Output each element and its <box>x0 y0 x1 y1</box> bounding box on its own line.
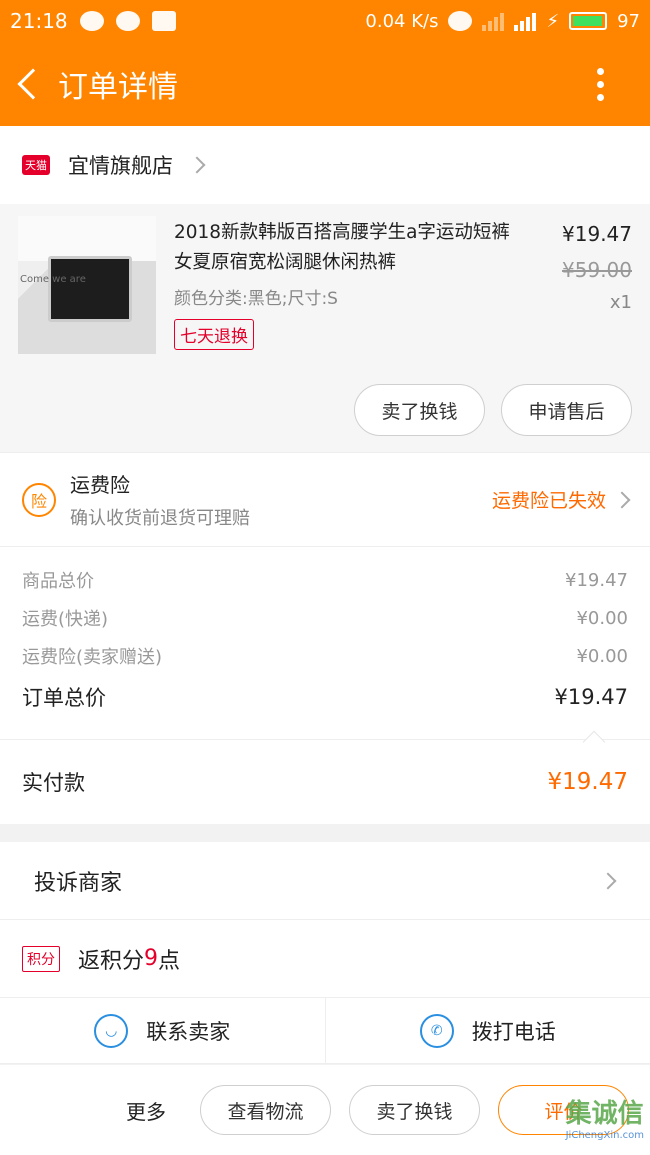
watermark-logo: 集诚信 JiChengXin.com <box>566 1093 644 1141</box>
battery-icon <box>569 12 608 30</box>
product-card[interactable]: Come we are 2018新款韩版百搭高腰学生a字运动短裤女夏原宿宽松阔腿… <box>0 204 650 452</box>
order-total-row: 订单总价 ¥19.47 <box>22 675 628 719</box>
watermark-text: 集诚信 <box>565 1099 644 1129</box>
product-title: 2018新款韩版百搭高腰学生a字运动短裤女夏原宿宽松阔腿休闲热裤 <box>174 222 510 273</box>
battery-level: 97 <box>617 10 640 32</box>
insurance-title: 运费险 <box>70 473 130 497</box>
sync-icon <box>115 11 140 31</box>
app-header: 21:18 0.04 K/s ⚡ 97 订单详情 <box>0 0 650 126</box>
points-row: 积分 返积分 9 点 <box>0 920 650 998</box>
call-phone-button[interactable]: ✆ 拨打电话 <box>326 998 650 1063</box>
more-menu-icon[interactable] <box>597 67 604 101</box>
summary-value: ¥0.00 <box>576 607 628 629</box>
image-icon <box>151 11 176 31</box>
call-phone-label: 拨打电话 <box>471 1019 556 1044</box>
points-suffix: 点 <box>158 948 181 974</box>
contact-bar: ◡ 联系卖家 ✆ 拨打电话 <box>0 998 650 1064</box>
shipping-insurance-row[interactable]: 险 运费险 确认收货前退货可理赔 运费险已失效 <box>0 452 650 546</box>
store-name: 宜情旗舰店 <box>68 154 173 178</box>
message-icon <box>79 11 104 31</box>
chevron-right-icon <box>599 872 617 889</box>
complain-seller-row[interactable]: 投诉商家 <box>0 842 650 920</box>
chevron-right-icon <box>188 156 206 174</box>
product-price: ¥19.47 <box>562 222 632 246</box>
order-total-value: ¥19.47 <box>554 685 628 709</box>
product-sku: 颜色分类:黑色;尺寸:S <box>174 289 338 309</box>
page-title: 订单详情 <box>58 70 178 105</box>
store-row[interactable]: 天猫 宜情旗舰店 <box>0 126 650 204</box>
network-speed: 0.04 K/s <box>365 10 439 32</box>
view-logistics-button[interactable]: 查看物流 <box>200 1085 331 1135</box>
watermark-subtext: JiChengXin.com <box>565 1130 644 1141</box>
summary-label: 运费(快递) <box>22 609 109 630</box>
chat-bubble-icon: ◡ <box>94 1013 129 1048</box>
summary-value: ¥0.00 <box>576 645 628 667</box>
insurance-icon: 险 <box>22 482 56 517</box>
summary-row: 运费(快递) ¥0.00 <box>22 599 628 637</box>
points-count: 9 <box>144 946 159 971</box>
status-time: 21:18 <box>10 9 68 33</box>
contact-seller-label: 联系卖家 <box>146 1019 231 1044</box>
summary-row: 商品总价 ¥19.47 <box>22 561 628 599</box>
points-badge: 积分 <box>22 945 60 972</box>
product-quantity: x1 <box>609 292 632 313</box>
sell-for-cash-button[interactable]: 卖了换钱 <box>354 384 485 436</box>
insurance-subtitle: 确认收货前退货可理赔 <box>70 508 250 529</box>
product-image[interactable]: Come we are <box>18 216 156 354</box>
product-image-text: Come we are <box>20 274 86 285</box>
signal-icon-sim1 <box>482 11 505 31</box>
tmall-logo-icon: 天猫 <box>22 155 50 175</box>
summary-label: 运费险(卖家赠送) <box>22 647 163 668</box>
request-aftersale-button[interactable]: 申请售后 <box>501 384 632 436</box>
summary-value: ¥19.47 <box>565 569 628 591</box>
nav-bar: 订单详情 <box>0 42 650 126</box>
contact-seller-button[interactable]: ◡ 联系卖家 <box>0 998 326 1063</box>
insurance-status: 运费险已失效 <box>491 490 606 512</box>
paid-amount: ¥19.47 <box>547 769 628 795</box>
points-prefix: 返积分 <box>78 948 145 974</box>
order-total-label: 订单总价 <box>22 686 106 710</box>
summary-label: 商品总价 <box>22 571 94 592</box>
return-policy-badge: 七天退换 <box>174 319 254 350</box>
wifi-icon <box>448 11 473 31</box>
summary-row: 运费险(卖家赠送) ¥0.00 <box>22 637 628 675</box>
more-actions-button[interactable]: 更多 <box>126 1096 166 1125</box>
chevron-right-icon <box>613 491 631 508</box>
phone-icon: ✆ <box>419 1013 454 1048</box>
sell-for-cash-bottom-button[interactable]: 卖了换钱 <box>349 1085 480 1135</box>
status-bar: 21:18 0.04 K/s ⚡ 97 <box>0 0 650 42</box>
price-summary: 商品总价 ¥19.47 运费(快递) ¥0.00 运费险(卖家赠送) ¥0.00… <box>0 546 650 754</box>
back-icon[interactable] <box>17 68 49 100</box>
paid-label: 实付款 <box>22 771 85 795</box>
product-original-price: ¥59.00 <box>562 258 632 282</box>
bottom-action-bar: 更多 查看物流 卖了换钱 评价 集诚信 JiChengXin.com <box>0 1065 650 1155</box>
actual-payment-row: 实付款 ¥19.47 <box>0 740 650 824</box>
charging-icon: ⚡ <box>546 10 560 32</box>
complain-label: 投诉商家 <box>34 870 123 896</box>
signal-icon-sim2 <box>514 11 537 31</box>
